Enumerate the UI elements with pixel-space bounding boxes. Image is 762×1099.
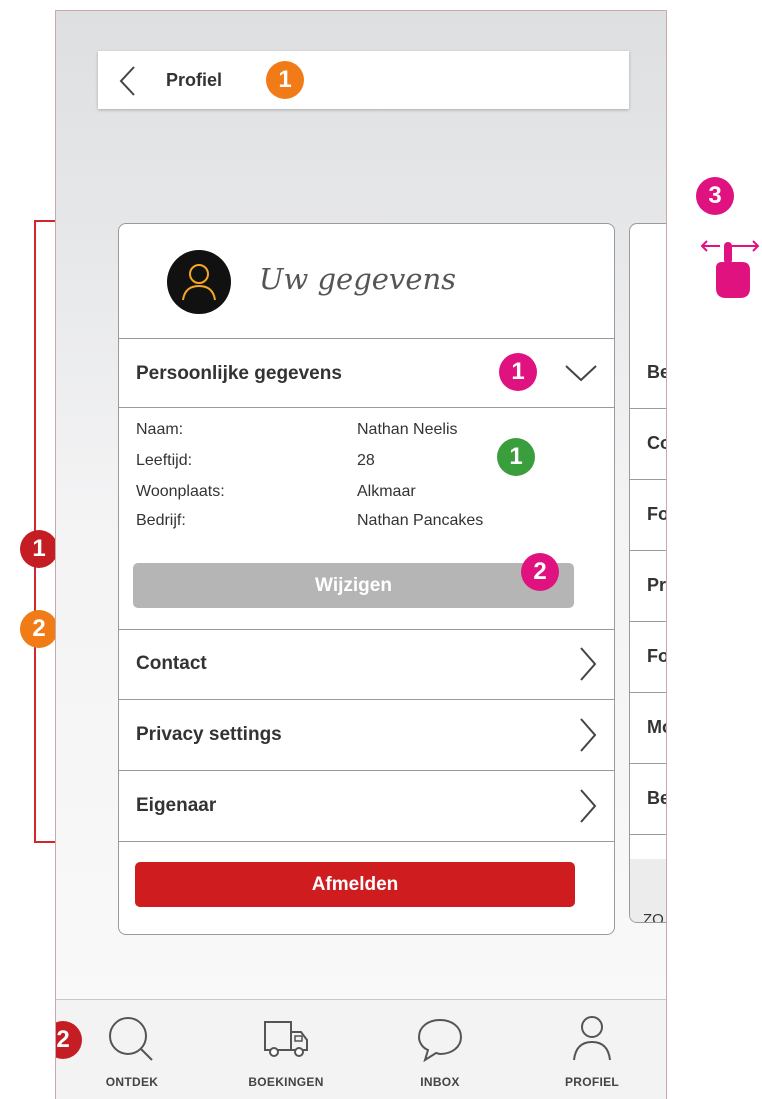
profile-card: Uw gegevens Persoonlijke gegevens 1 Naam…	[118, 223, 615, 935]
annotation-badge-swipe: 3	[696, 177, 734, 215]
logout-button[interactable]: Afmelden	[135, 862, 575, 907]
peek-row: Fo	[630, 480, 667, 551]
section-personal-toggle[interactable]: Persoonlijke gegevens 1	[119, 338, 614, 408]
bottom-nav: 2 ONTDEK BOEKINGEN INBOX PROFIEL	[56, 999, 666, 1099]
section-personal-label: Persoonlijke gegevens	[136, 363, 342, 384]
next-card-peek: Be Co Fo Pr Fo Mo Be ZO 7 14	[629, 223, 667, 923]
peek-row-label: Be	[647, 788, 666, 808]
row-contact[interactable]: Contact	[119, 629, 614, 700]
row-owner-label: Eigenaar	[136, 795, 217, 816]
peek-row-label: Mo	[647, 717, 666, 737]
avatar	[167, 250, 231, 314]
edit-button[interactable]: Wijzigen	[133, 563, 574, 608]
row-privacy[interactable]: Privacy settings	[119, 700, 614, 771]
detail-value-age: 28	[357, 452, 375, 469]
search-icon	[109, 1017, 153, 1061]
peek-row: Be	[630, 764, 666, 835]
back-chevron-icon[interactable]	[118, 65, 138, 97]
detail-value-name: Nathan Neelis	[357, 421, 458, 438]
annotation-badge-edit: 2	[521, 553, 559, 591]
row-contact-label: Contact	[136, 653, 207, 674]
nav-item-profiel[interactable]: PROFIEL	[532, 1000, 652, 1099]
nav-label: PROFIEL	[564, 1075, 620, 1089]
chevron-right-icon	[580, 789, 597, 823]
nav-label: ONTDEK	[105, 1075, 159, 1089]
nav-item-boekingen[interactable]: BOEKINGEN	[226, 1000, 346, 1099]
detail-value-city: Alkmaar	[357, 483, 416, 500]
top-header: Profiel 1	[98, 51, 629, 109]
detail-label-age: Leeftijd:	[136, 452, 193, 469]
nav-item-inbox[interactable]: INBOX	[380, 1000, 500, 1099]
row-owner[interactable]: Eigenaar	[119, 771, 614, 842]
chat-bubble-icon	[417, 1018, 463, 1062]
nav-label: BOEKINGEN	[248, 1075, 324, 1089]
swipe-gesture-icon	[700, 240, 760, 298]
detail-label-company: Bedrijf:	[136, 512, 186, 529]
annotation-badge-section: 1	[499, 353, 537, 391]
peek-row: Pr	[630, 551, 667, 622]
peek-row: Co	[630, 409, 666, 480]
peek-row-label: Fo	[647, 646, 667, 666]
peek-row-label: Pr	[647, 575, 667, 595]
personal-details: Naam: Nathan Neelis Leeftijd: 28 Woonpla…	[119, 408, 614, 630]
chevron-right-icon	[580, 718, 597, 752]
header-title: Profiel	[166, 70, 223, 90]
card-header: Uw gegevens	[119, 224, 614, 339]
avatar-person-icon	[182, 264, 216, 301]
truck-icon	[264, 1021, 308, 1057]
nav-item-ontdek[interactable]: ONTDEK	[72, 1000, 192, 1099]
peek-row-label: Fo	[647, 504, 667, 524]
phone-frame: Profiel 1 Uw gegevens Persoonlijke gegev…	[55, 10, 667, 1099]
peek-calendar: ZO 7 14	[630, 859, 666, 923]
peek-row: Fo	[630, 622, 667, 693]
annotation-badge-header: 1	[266, 61, 304, 99]
nav-label: INBOX	[420, 1075, 460, 1089]
detail-value-company: Nathan Pancakes	[357, 512, 484, 529]
annotation-badge-bracket-2: 2	[20, 610, 58, 648]
annotation-badge-bracket-1: 1	[20, 530, 58, 568]
chevron-down-icon[interactable]	[564, 363, 598, 383]
peek-row-label: Be	[647, 362, 666, 382]
chevron-right-icon	[580, 647, 597, 681]
person-icon	[573, 1016, 611, 1061]
detail-label-city: Woonplaats:	[136, 483, 225, 500]
peek-row: Be	[630, 338, 666, 409]
peek-row-label: Co	[647, 433, 666, 453]
card-title: Uw gegevens	[259, 262, 457, 296]
row-privacy-label: Privacy settings	[136, 724, 282, 745]
detail-label-name: Naam:	[136, 421, 184, 438]
annotation-badge-details: 1	[497, 438, 535, 476]
calendar-day-label: ZO	[643, 911, 664, 923]
peek-row: Mo	[630, 693, 666, 764]
